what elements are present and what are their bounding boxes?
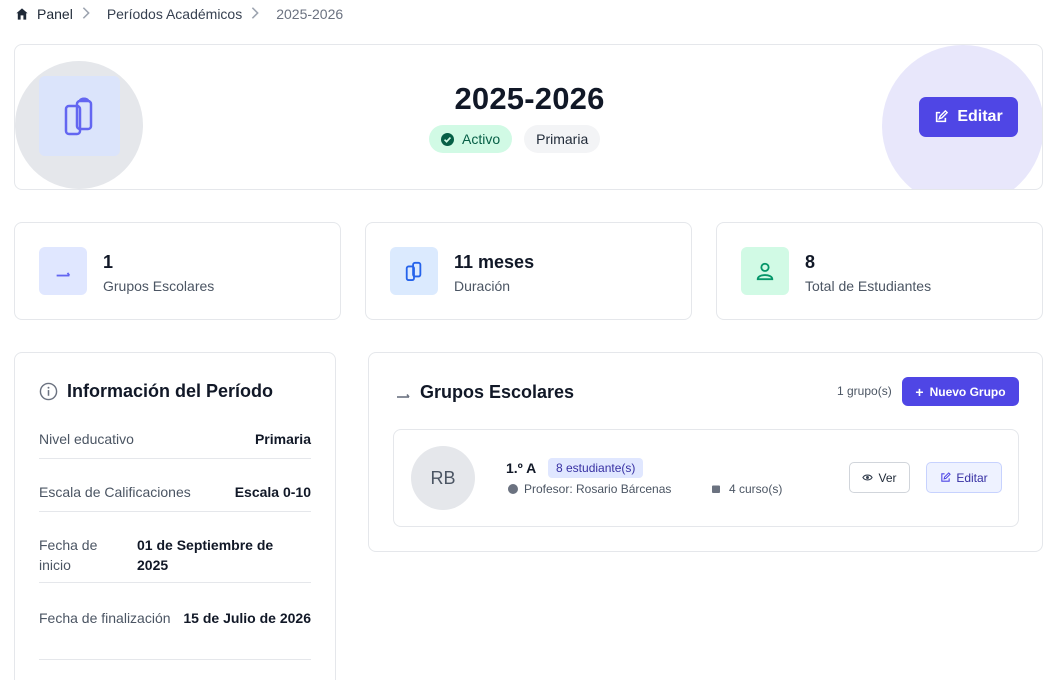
- stat-label: Total de Estudiantes: [805, 278, 932, 294]
- new-group-button[interactable]: + Nuevo Grupo: [902, 377, 1019, 406]
- info-value-line: 2025: [137, 557, 169, 573]
- stat-card-students: 8 Total de Estudiantes: [716, 222, 1043, 320]
- layers-icon: [397, 393, 410, 398]
- info-title-label: Información del Período: [67, 381, 274, 401]
- groups-title: Grupos Escolares: [395, 382, 574, 403]
- edit-period-button[interactable]: Editar: [919, 97, 1018, 137]
- period-header-card: 2025-2026 Activo Primaria Editar: [14, 44, 1043, 190]
- groups-count: 1 grupo(s): [837, 384, 892, 398]
- school-groups-card: Grupos Escolares 1 grupo(s) + Nuevo Grup…: [368, 352, 1043, 552]
- group-teacher-label: Profesor: Rosario Bárcenas: [524, 482, 672, 496]
- students-badge: 8 estudiante(s): [548, 458, 644, 478]
- info-value: Primaria: [254, 431, 311, 447]
- breadcrumb: Panel Períodos Académicos 2025-2026: [15, 5, 343, 23]
- chevron-right-icon: [248, 6, 264, 22]
- view-group-button-label: Ver: [878, 470, 897, 485]
- header-badges: Activo Primaria: [429, 125, 601, 153]
- teacher-icon: [508, 484, 518, 494]
- info-label: Fecha de finalización: [39, 610, 171, 626]
- stat-value: 8: [805, 252, 816, 272]
- home-icon: [16, 8, 28, 20]
- edit-period-button-label: Editar: [957, 108, 1003, 125]
- info-icon: [39, 382, 58, 401]
- breadcrumb-home-link[interactable]: Panel: [15, 6, 73, 22]
- breadcrumb-section-link[interactable]: Períodos Académicos: [107, 6, 242, 22]
- avatar: RB: [411, 446, 475, 510]
- info-label-line: inicio: [39, 557, 71, 573]
- group-courses: 4 curso(s): [711, 482, 782, 496]
- breadcrumb-current: 2025-2026: [276, 6, 344, 22]
- stat-card-groups: 1 Grupos Escolares: [14, 222, 341, 320]
- info-label: Escala de Calificaciones: [39, 484, 191, 500]
- stat-label: Grupos Escolares: [103, 278, 215, 294]
- stat-value: 1: [103, 252, 114, 272]
- info-title: Información del Período: [39, 381, 273, 402]
- group-teacher: Profesor: Rosario Bárcenas: [508, 482, 671, 496]
- stat-card-duration: 11 meses Duración: [365, 222, 692, 320]
- edit-group-button[interactable]: Editar: [926, 462, 1002, 493]
- info-row-end-date: Fecha de finalización 15 de Julio de 202…: [39, 608, 311, 660]
- view-group-button[interactable]: Ver: [849, 462, 910, 493]
- edit-icon: [941, 472, 952, 482]
- info-value: Escala 0-10: [234, 484, 311, 500]
- breadcrumb-home-label: Panel: [37, 6, 73, 22]
- info-row-level: Nivel educativo Primaria: [39, 429, 311, 459]
- book-icon: [712, 485, 720, 493]
- new-group-button-label: Nuevo Grupo: [929, 384, 1006, 399]
- info-value: 01 de Septiembre de 2025: [137, 535, 311, 582]
- clipboard-icon: [390, 247, 438, 295]
- groups-title-label: Grupos Escolares: [420, 382, 575, 402]
- info-value-line: 01 de Septiembre de: [137, 537, 274, 553]
- user-icon: [741, 247, 789, 295]
- stat-value: 11 meses: [454, 252, 535, 272]
- info-label: Nivel educativo: [39, 431, 134, 447]
- info-row-grading-scale: Escala de Calificaciones Escala 0-10: [39, 482, 311, 512]
- period-info-card: Información del Período Nivel educativo …: [14, 352, 336, 680]
- level-badge: Primaria: [524, 125, 601, 153]
- info-row-start-date: Fecha de inicio 01 de Septiembre de 2025: [39, 535, 311, 583]
- edit-group-button-label: Editar: [956, 470, 988, 485]
- info-value: 15 de Julio de 2026: [183, 610, 311, 626]
- page-title: 2025-2026: [454, 81, 605, 116]
- edit-icon: [936, 110, 949, 123]
- status-badge-label: Activo: [462, 131, 501, 147]
- layers-icon: [39, 247, 87, 295]
- plus-icon: +: [915, 383, 924, 400]
- group-name: 1.º A: [506, 460, 537, 476]
- group-courses-label: 4 curso(s): [729, 482, 783, 496]
- info-label-line: Fecha de: [39, 537, 98, 553]
- stat-label: Duración: [454, 278, 511, 294]
- check-circle-icon: [441, 132, 454, 146]
- info-label: Fecha de inicio: [39, 535, 97, 582]
- status-badge: Activo: [429, 125, 513, 153]
- group-list-item: RB 1.º A 8 estudiante(s) Profesor: Rosar…: [393, 429, 1019, 527]
- chevron-right-icon: [79, 6, 95, 22]
- eye-icon: [862, 474, 874, 481]
